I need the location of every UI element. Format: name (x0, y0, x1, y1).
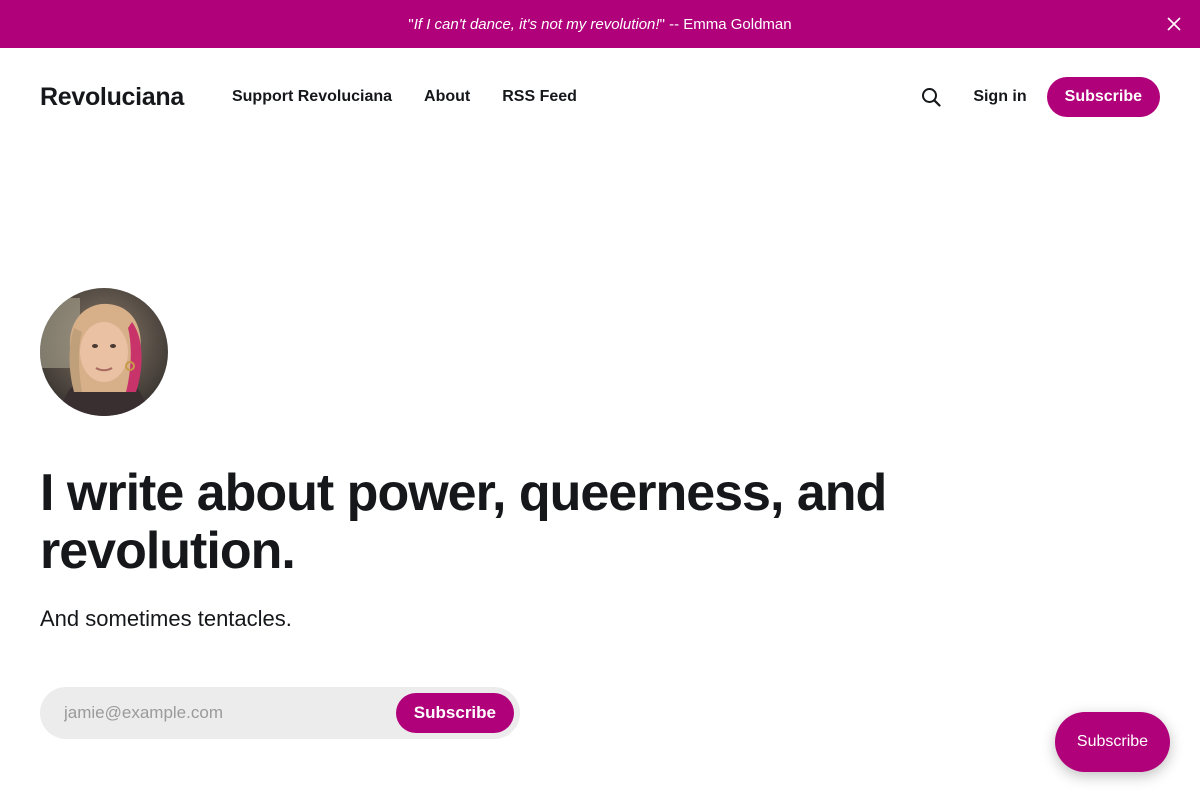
main-nav: Support Revoluciana About RSS Feed (232, 88, 577, 106)
author-avatar (40, 288, 168, 416)
announcement-quote: If I can't dance, it's not my revolution… (413, 15, 660, 33)
nav-rss-feed[interactable]: RSS Feed (502, 88, 577, 106)
signup-form: Subscribe (40, 687, 520, 739)
site-header: Revoluciana Support Revoluciana About RS… (0, 48, 1200, 146)
header-actions: Sign in Subscribe (919, 77, 1160, 117)
close-icon[interactable] (1164, 14, 1184, 34)
site-logo[interactable]: Revoluciana (40, 83, 184, 112)
floating-subscribe-button[interactable]: Subscribe (1055, 712, 1170, 772)
announcement-bar: "If I can't dance, it's not my revolutio… (0, 0, 1200, 48)
nav-about[interactable]: About (424, 88, 470, 106)
announcement-text: "If I can't dance, it's not my revolutio… (408, 16, 791, 33)
header-subscribe-button[interactable]: Subscribe (1046, 77, 1160, 117)
nav-support-revoluciana[interactable]: Support Revoluciana (232, 88, 392, 106)
sign-in-link[interactable]: Sign in (973, 88, 1026, 106)
announcement-attribution: -- Emma Goldman (664, 15, 792, 33)
email-input[interactable] (40, 687, 396, 739)
hero-subscribe-button[interactable]: Subscribe (395, 693, 514, 733)
hero-subheadline: And sometimes tentacles. (40, 606, 292, 631)
hero-headline: I write about power, queerness, and revo… (40, 464, 887, 580)
search-icon[interactable] (919, 85, 943, 109)
